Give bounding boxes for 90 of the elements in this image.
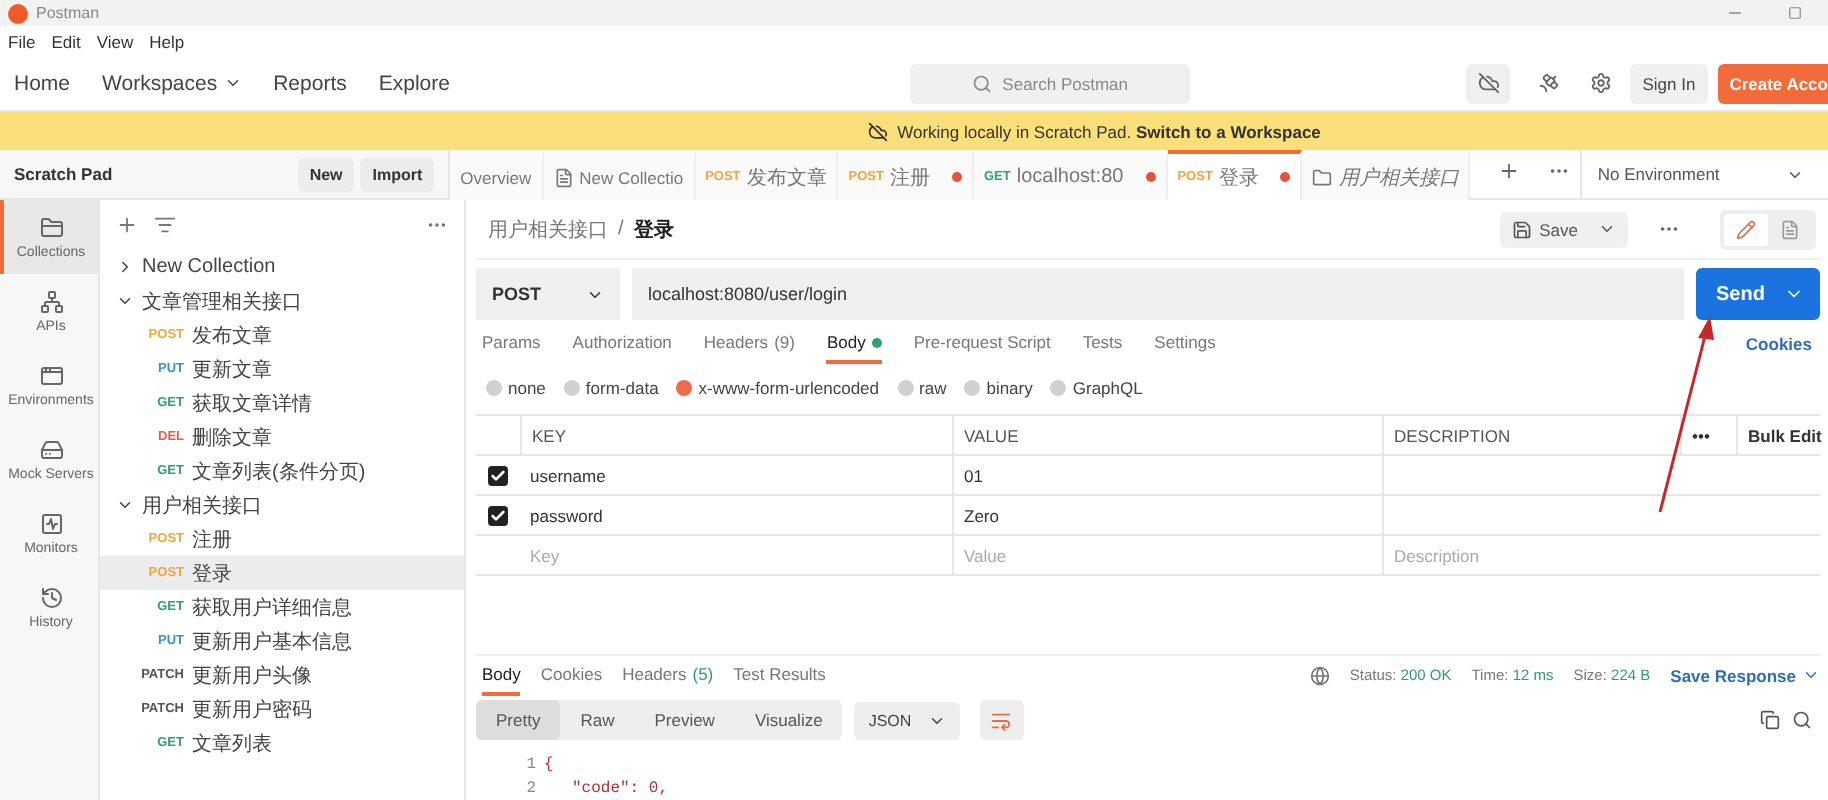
menu-item[interactable]: Help [149, 31, 185, 51]
response-tab[interactable]: Test Results [733, 655, 826, 695]
chevron-icon [116, 496, 134, 514]
view-mode-tab[interactable]: Visualize [734, 700, 843, 740]
add-icon[interactable] [116, 214, 138, 236]
workspace-title: Scratch Pad [14, 164, 115, 184]
wrap-icon[interactable] [979, 700, 1024, 740]
save-icon [1511, 219, 1532, 239]
request-tab[interactable]: New Collectio [543, 150, 696, 200]
banner-text: Working locally in Scratch Pad. Switch to a Workspace [897, 121, 1321, 141]
cloud-off-icon[interactable] [1466, 63, 1511, 103]
format-select[interactable]: JSON [854, 701, 960, 739]
response-tab[interactable]: Cookies [540, 655, 603, 695]
line-number: 1 [524, 755, 536, 773]
body-type-radio[interactable]: binary [964, 378, 1033, 398]
request-tab[interactable]: Settings [1154, 324, 1216, 364]
request-tab[interactable]: Body [826, 324, 882, 364]
sign-in-button[interactable]: Sign In [1630, 63, 1708, 103]
table-cell: 01 [952, 456, 1382, 494]
app-logo-icon [8, 3, 28, 23]
body-type-radio[interactable]: GraphQL [1050, 378, 1143, 398]
nav-link[interactable]: Explore [378, 71, 450, 95]
history-icon [39, 585, 63, 609]
menu-item[interactable]: File [8, 31, 36, 51]
breadcrumb-item[interactable]: 用户相关接口 [488, 215, 608, 243]
send-button[interactable]: Send [1696, 268, 1820, 320]
activity-icon [39, 511, 63, 535]
column-header: KEY [520, 416, 952, 454]
bulk-edit-button[interactable]: Bulk Edit [1736, 416, 1820, 454]
globe-icon [1309, 665, 1330, 685]
search-icon[interactable] [1792, 710, 1812, 730]
collection-item[interactable]: 文章管理相关接口 [100, 284, 464, 318]
collection-item[interactable]: New Collection [100, 250, 464, 284]
table-cell-text: password [528, 503, 605, 530]
body-type-radio[interactable]: x-www-form-urlencoded [676, 378, 880, 398]
pencil-icon[interactable] [1724, 213, 1768, 245]
folder-icon [39, 215, 63, 239]
copy-icon[interactable] [1760, 710, 1780, 730]
body-type-radio[interactable]: raw [897, 378, 947, 398]
window-icon [39, 363, 63, 387]
breadcrumb-separator: / [618, 218, 624, 240]
save-response-button[interactable]: Save Response [1670, 665, 1820, 685]
body-type-radio[interactable]: form-data [563, 378, 659, 398]
url-field[interactable]: localhost:8080/user/login [632, 268, 1684, 320]
response-tab[interactable]: Body [482, 655, 521, 695]
request-tab[interactable]: Tests [1082, 324, 1123, 364]
window-title: Postman [36, 4, 102, 22]
request-tab[interactable]: 用户相关接口 [1302, 150, 1471, 200]
table-cell-text: username [528, 463, 608, 489]
network-icon [39, 289, 63, 313]
more-button[interactable]: ••• [1680, 416, 1736, 454]
request-tab[interactable]: Params [482, 324, 541, 364]
server-icon [39, 437, 63, 461]
filter-icon[interactable] [154, 214, 176, 236]
request-tab[interactable]: Pre-request Script [913, 324, 1051, 364]
code-line: { [542, 755, 556, 773]
chevron-icon [1598, 220, 1616, 238]
request-tab[interactable]: Headers (9) [703, 324, 795, 364]
nav-link[interactable]: Reports [273, 71, 347, 95]
save-button[interactable]: Save [1499, 211, 1628, 247]
nav-link[interactable]: Workspaces [102, 71, 242, 95]
view-mode-tab[interactable]: Pretty [476, 700, 561, 740]
folder-icon [1312, 167, 1333, 187]
menu-item[interactable]: View [96, 31, 134, 51]
environment-select[interactable]: No Environment [1579, 150, 1828, 198]
column-header: DESCRIPTION [1382, 416, 1680, 454]
body-type-radio[interactable]: none [486, 378, 546, 398]
collection-icon [553, 167, 574, 187]
checkbox[interactable] [488, 505, 508, 525]
column-header: VALUE [952, 416, 1382, 454]
breadcrumb-item: 登录 [633, 217, 674, 243]
chevron-icon [1802, 666, 1820, 684]
code-line: "code": 0, [570, 779, 671, 797]
collection-item[interactable]: 用户相关接口 [100, 488, 464, 522]
view-mode-tab[interactable]: Preview [634, 700, 735, 740]
search-icon [972, 73, 993, 93]
nav-link[interactable]: Home [14, 71, 71, 95]
response-tab[interactable]: Headers (5) [622, 655, 714, 695]
header-button[interactable]: New [297, 157, 355, 191]
view-mode-tab[interactable]: Raw [560, 700, 635, 740]
request-tab[interactable]: Overview [450, 150, 544, 200]
header-button[interactable]: Import [360, 157, 435, 191]
line-number: 2 [524, 779, 536, 797]
cloud-off-icon [867, 121, 888, 141]
cookies-link[interactable]: Cookies [1745, 334, 1820, 354]
checkbox[interactable] [488, 465, 508, 485]
table-cell: Zero [952, 496, 1382, 534]
menu-item[interactable]: Edit [51, 31, 81, 51]
method-select[interactable]: POST [476, 268, 620, 320]
request-tab[interactable]: Authorization [572, 324, 672, 364]
